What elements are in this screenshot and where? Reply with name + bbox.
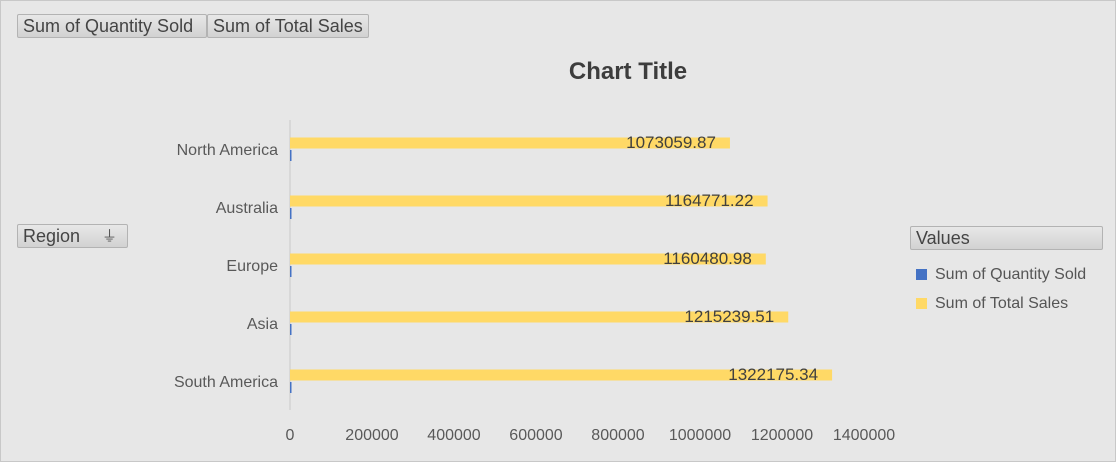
legend-values-header[interactable]: Values bbox=[910, 226, 1103, 250]
category-label: North America bbox=[177, 142, 278, 159]
x-tick-label: 0 bbox=[286, 427, 295, 444]
x-tick-label: 1200000 bbox=[751, 427, 813, 444]
x-tick-label: 800000 bbox=[591, 427, 644, 444]
x-tick-label: 1000000 bbox=[669, 427, 731, 444]
legend-item-sales[interactable]: Sum of Total Sales bbox=[916, 289, 1086, 318]
data-label: 1322175.34 bbox=[728, 365, 818, 384]
legend-swatch-quantity bbox=[916, 269, 927, 280]
category-label: South America bbox=[174, 374, 278, 391]
legend-swatch-sales bbox=[916, 298, 927, 309]
category-label: Europe bbox=[226, 258, 278, 275]
data-label: 1073059.87 bbox=[626, 133, 716, 152]
x-tick-label: 200000 bbox=[345, 427, 398, 444]
category-label: Asia bbox=[247, 316, 278, 333]
legend[interactable]: Sum of Quantity Sold Sum of Total Sales bbox=[916, 260, 1086, 318]
data-label: 1164771.22 bbox=[665, 191, 754, 210]
bar-quantity-sold bbox=[290, 208, 292, 219]
x-tick-label: 1400000 bbox=[833, 427, 895, 444]
data-label: 1215239.51 bbox=[684, 307, 774, 326]
data-label: 1160480.98 bbox=[663, 249, 752, 268]
x-tick-label: 600000 bbox=[509, 427, 562, 444]
x-tick-label: 400000 bbox=[427, 427, 480, 444]
bar-quantity-sold bbox=[290, 382, 292, 393]
bar-quantity-sold bbox=[290, 324, 292, 335]
legend-label-sales: Sum of Total Sales bbox=[935, 294, 1069, 312]
bar-quantity-sold bbox=[290, 266, 292, 277]
bar-quantity-sold bbox=[290, 150, 292, 161]
legend-item-quantity[interactable]: Sum of Quantity Sold bbox=[916, 260, 1086, 289]
category-label: Australia bbox=[216, 200, 278, 217]
legend-label-quantity: Sum of Quantity Sold bbox=[935, 265, 1087, 283]
